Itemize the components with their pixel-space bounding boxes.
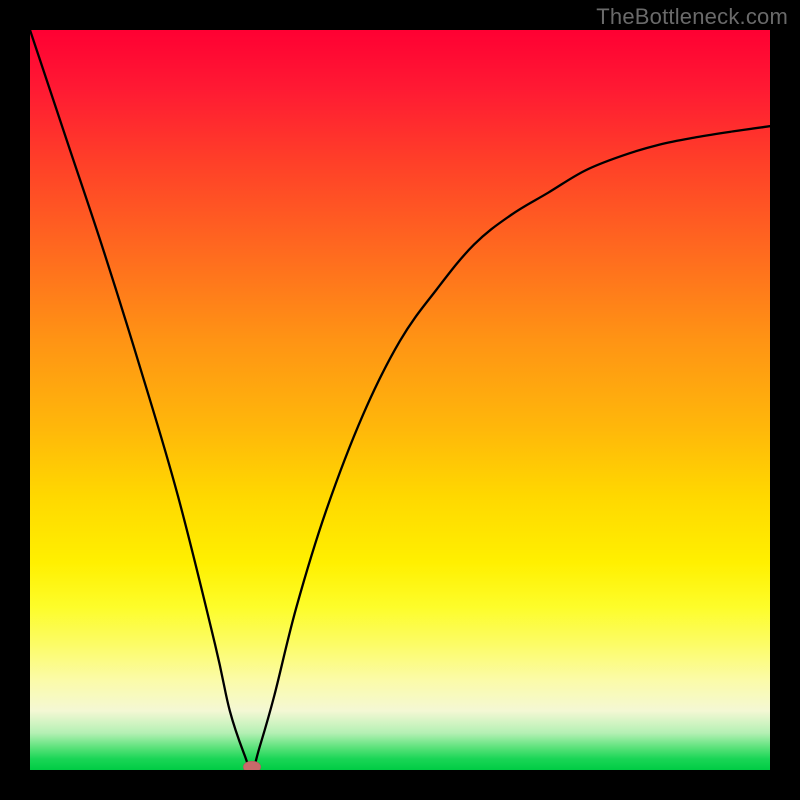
plot-area xyxy=(30,30,770,770)
optimum-marker xyxy=(243,761,261,770)
bottleneck-curve-path xyxy=(30,30,770,770)
bottleneck-chart: TheBottleneck.com xyxy=(0,0,800,800)
curve-layer xyxy=(30,30,770,770)
watermark-text: TheBottleneck.com xyxy=(596,4,788,30)
